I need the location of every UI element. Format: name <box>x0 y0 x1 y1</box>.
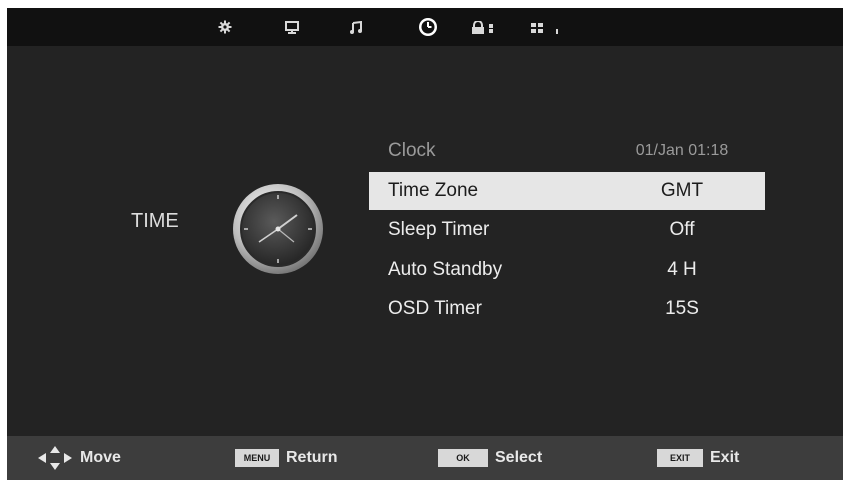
tab-lock[interactable] <box>469 17 499 37</box>
menu-key-icon: MENU <box>235 449 279 467</box>
tab-screen[interactable] <box>281 17 303 37</box>
tv-osd-screen: TIME Clock 01/Jan 01:18 Time Zone GMT Sl… <box>7 8 843 480</box>
hint-move: Move <box>37 446 121 470</box>
tab-setup[interactable] <box>527 17 567 37</box>
monitor-icon <box>285 20 299 34</box>
arrow-keys-icon <box>38 446 72 470</box>
tab-time[interactable] <box>413 17 443 37</box>
menu-item-label: Clock <box>388 140 436 161</box>
menu-item-label: Sleep Timer <box>388 219 490 240</box>
ok-key-icon: OK <box>438 449 488 467</box>
exit-key-icon: EXIT <box>657 449 703 467</box>
hint-move-label: Move <box>80 449 121 466</box>
menu-item-osd-timer[interactable]: OSD Timer 15S <box>369 290 765 328</box>
hint-exit-label: Exit <box>710 449 740 466</box>
menu-item-value: 15S <box>665 298 699 319</box>
menu-item-clock: Clock 01/Jan 01:18 <box>369 132 765 170</box>
key-hint-bar: Move MENU Return OK Select EXIT Exit <box>7 436 843 480</box>
menu-item-value: 01/Jan 01:18 <box>635 142 729 159</box>
gear-icon <box>218 20 232 34</box>
menu-item-label: OSD Timer <box>388 298 482 319</box>
category-tab-bar <box>7 8 843 46</box>
grid-icon <box>531 22 558 34</box>
hint-select: OK Select <box>438 447 542 469</box>
analog-clock-icon <box>233 184 323 274</box>
page-title: TIME <box>131 210 179 232</box>
clock-icon <box>419 18 437 36</box>
menu-item-auto-standby[interactable]: Auto Standby 4 H <box>369 251 765 289</box>
hint-select-label: Select <box>495 449 543 466</box>
menu-item-label: Auto Standby <box>388 259 503 280</box>
hint-return: MENU Return <box>235 447 338 469</box>
tab-sound[interactable] <box>345 17 367 37</box>
lock-icon <box>472 20 493 34</box>
menu-item-value: 4 H <box>667 259 697 280</box>
hint-return-label: Return <box>286 449 338 466</box>
menu-item-sleep-timer[interactable]: Sleep Timer Off <box>369 211 765 249</box>
menu-item-value: GMT <box>660 180 704 201</box>
menu-item-time-zone[interactable]: Time Zone GMT <box>369 172 765 210</box>
music-note-icon <box>350 20 362 34</box>
menu-item-label: Time Zone <box>388 180 479 201</box>
tab-picture[interactable] <box>215 17 235 37</box>
hint-exit: EXIT Exit <box>657 447 739 469</box>
menu-item-value: Off <box>669 219 695 240</box>
